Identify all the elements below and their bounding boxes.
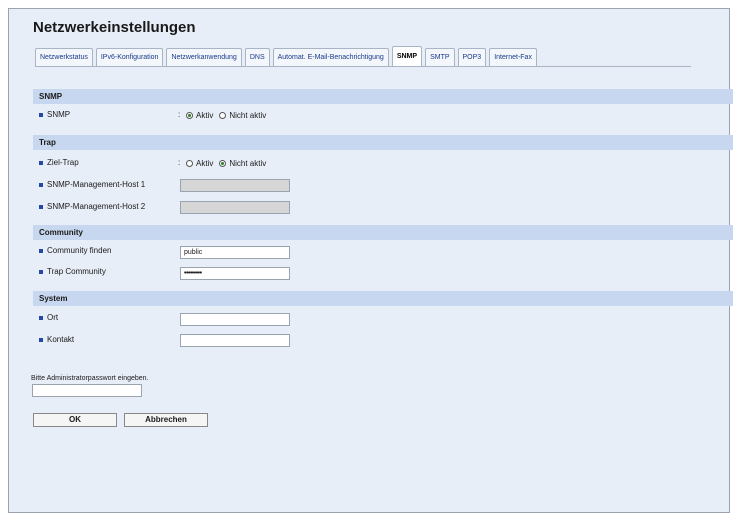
colon: : [178, 158, 181, 167]
ziel-trap-label: Ziel-Trap [47, 158, 79, 167]
kontakt-label: Kontakt [47, 335, 75, 344]
snmp-inactive-radio[interactable] [219, 111, 227, 119]
bullet-icon [39, 316, 43, 320]
host2-label: SNMP-Management-Host 2 [47, 202, 146, 211]
host1-input[interactable] [180, 179, 290, 192]
section-header-system: System [33, 291, 733, 306]
tab-bar: Netzwerkstatus IPv6-Konfiguration Netzwe… [35, 45, 537, 67]
trap-inactive-radio[interactable] [219, 159, 227, 167]
tab-ipv6-konfiguration[interactable]: IPv6-Konfiguration [95, 48, 164, 67]
section-header-community: Community [33, 225, 733, 240]
tab-dns[interactable]: DNS [244, 48, 270, 67]
trap-inactive-label: Nicht aktiv [229, 158, 267, 168]
kontakt-row: Kontakt [39, 333, 74, 347]
tab-netzwerkanwendung[interactable]: Netzwerkanwendung [166, 48, 242, 67]
bullet-icon [39, 183, 43, 187]
tab-pop3[interactable]: POP3 [457, 48, 487, 67]
tab-internet-fax[interactable]: Internet-Fax [489, 48, 537, 67]
snmp-inactive-label: Nicht aktiv [229, 110, 267, 120]
tab-netzwerkstatus[interactable]: Netzwerkstatus [35, 48, 93, 67]
tab-automat-email[interactable]: Automat. E-Mail-Benachrichtigung [272, 48, 389, 67]
host1-row: SNMP-Management-Host 1 [39, 178, 145, 192]
snmp-active-label: Aktiv [196, 110, 214, 120]
trap-community-row: Trap Community [39, 265, 106, 279]
settings-panel: Netzwerkeinstellungen Netzwerkstatus IPv… [8, 8, 733, 513]
tab-divider [35, 66, 691, 67]
tab-smtp[interactable]: SMTP [425, 48, 455, 67]
ziel-trap-row: Ziel-Trap [39, 156, 79, 170]
ort-input[interactable] [180, 313, 290, 326]
tab-snmp[interactable]: SNMP [391, 46, 423, 67]
ok-button[interactable]: OK [33, 413, 117, 427]
bullet-icon [39, 270, 43, 274]
page-title: Netzwerkeinstellungen [33, 19, 196, 36]
trap-active-label: Aktiv [196, 158, 214, 168]
bullet-icon [39, 205, 43, 209]
snmp-label: SNMP [47, 110, 71, 119]
host2-row: SNMP-Management-Host 2 [39, 200, 145, 214]
bullet-icon [39, 338, 43, 342]
ort-label: Ort [47, 313, 59, 322]
bullet-icon [39, 249, 43, 253]
admin-password-prompt: Bitte Administratorpasswort eingeben. [31, 375, 149, 382]
community-find-input[interactable]: public [180, 246, 290, 259]
bullet-icon [39, 161, 43, 165]
admin-password-input[interactable] [32, 384, 142, 397]
host1-label: SNMP-Management-Host 1 [47, 180, 146, 189]
section-header-trap: Trap [33, 135, 733, 150]
ort-row: Ort [39, 311, 58, 325]
community-find-label: Community finden [47, 246, 112, 255]
host2-input[interactable] [180, 201, 290, 214]
bullet-icon [39, 113, 43, 117]
cancel-button[interactable]: Abbrechen [124, 413, 208, 427]
kontakt-input[interactable] [180, 334, 290, 347]
trap-radio-group: Aktiv Nicht aktiv [186, 156, 266, 170]
trap-community-password-input[interactable]: ••••••••• [180, 267, 290, 280]
snmp-row: SNMP [39, 108, 70, 122]
trap-active-radio[interactable] [186, 159, 193, 167]
snmp-radio-group: Aktiv Nicht aktiv [186, 108, 266, 122]
trap-community-label: Trap Community [47, 267, 106, 276]
snmp-active-radio[interactable] [186, 111, 193, 119]
community-find-row: Community finden [39, 244, 111, 258]
section-header-snmp: SNMP [33, 89, 733, 104]
colon: : [178, 110, 181, 119]
